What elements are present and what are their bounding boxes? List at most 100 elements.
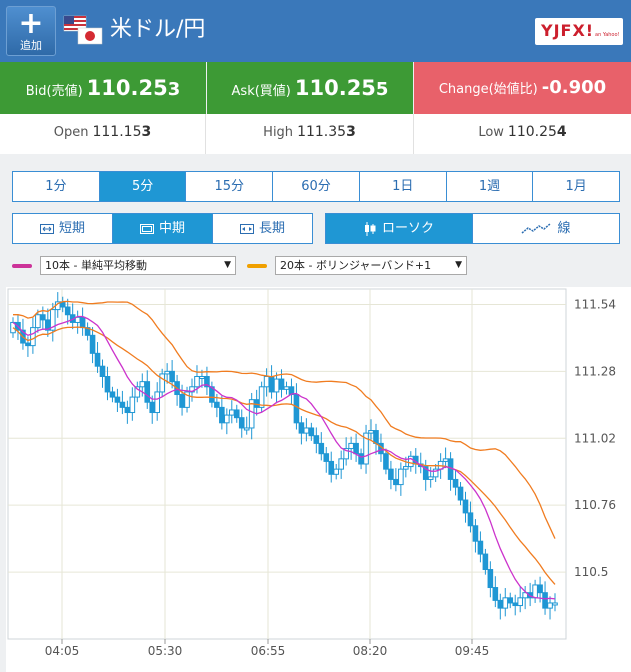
change-panel: Change(始値比) -0.900 (414, 62, 631, 114)
candle-body (462, 499, 469, 514)
candle-body (368, 430, 374, 434)
candle-body (268, 376, 275, 393)
candle-body (427, 476, 434, 480)
candle-body (333, 468, 340, 475)
indicator-2-swatch (247, 263, 267, 268)
ask-value: 110.255 (294, 76, 389, 100)
chart-type-selector: ローソク 線 (325, 213, 620, 244)
indicator-1-select[interactable]: 10本 - 単純平均移動 ▼ (40, 256, 236, 275)
candle-body (348, 442, 354, 450)
header-bar: + 追加 米ドル/円 YJFX! an Yahoo! (0, 0, 631, 62)
y-tick-label: 111.28 (574, 364, 616, 378)
candle-body (547, 602, 553, 609)
candle-body (194, 376, 200, 388)
candle-body (457, 486, 464, 501)
candle-body (482, 553, 489, 571)
indicator-2-value: 20本 - ボリンジャーバンド+1 (280, 259, 432, 272)
candle-body (323, 453, 330, 462)
low-label: Low (478, 125, 504, 140)
range-long-button[interactable]: 長期 (213, 214, 312, 243)
candle-body (492, 587, 499, 601)
candle-body (199, 376, 205, 379)
candle-body (517, 597, 523, 607)
change-label: Change(始値比) (438, 82, 538, 97)
y-tick-label: 110.76 (574, 498, 616, 512)
candle-body (338, 458, 344, 470)
add-button[interactable]: + 追加 (6, 6, 56, 56)
bid-pip: 3 (167, 79, 181, 100)
candle-body (64, 306, 71, 316)
candle-body (228, 409, 235, 416)
y-tick-label: 110.5 (574, 565, 608, 579)
candle-body (388, 468, 394, 480)
candle-body (537, 584, 543, 594)
x-tick-label: 06:55 (251, 644, 286, 658)
candle-body (119, 401, 126, 408)
candle-body (403, 466, 409, 470)
interval-1day[interactable]: 1日 (360, 172, 447, 201)
range-mid-button[interactable]: 中期 (113, 214, 213, 243)
candle-body (144, 381, 151, 403)
candle-body (487, 569, 494, 589)
interval-1min[interactable]: 1分 (13, 172, 100, 201)
candle-body (263, 376, 270, 388)
candle-body (467, 512, 474, 527)
high-label: High (263, 125, 294, 140)
candle-body (219, 406, 225, 424)
candle-chart-button[interactable]: ローソク (326, 214, 473, 243)
low-value: 110.254 (508, 124, 567, 140)
candle-body (94, 352, 101, 367)
low-pip: 4 (556, 124, 567, 140)
line-chart-label: 線 (557, 221, 571, 236)
price-chart[interactable]: 111.54 111.28 111.02 110.76 110.5 04:05 05:30 0… (6, 287, 631, 672)
candle-body (353, 442, 359, 455)
add-label: 追加 (20, 39, 42, 52)
open-label: Open (53, 125, 89, 140)
bid-panel: Bid(売値) 110.253 (0, 62, 206, 114)
ask-pip: 5 (375, 79, 389, 100)
interval-15min[interactable]: 15分 (186, 172, 274, 201)
candle-body (512, 602, 519, 607)
logo-text: YJFX! (541, 21, 595, 40)
candle-body (139, 381, 146, 388)
bid-value: 110.253 (86, 76, 181, 100)
change-value: -0.900 (541, 77, 607, 98)
ask-panel: Ask(買値) 110.255 (207, 62, 413, 114)
plus-icon: + (18, 6, 44, 41)
indicator-1-value: 10本 - 単純平均移動 (45, 259, 147, 272)
candle-body (89, 334, 96, 354)
ask-main: 110.25 (294, 76, 376, 100)
range-short-button[interactable]: 短期 (13, 214, 113, 243)
candle-body (293, 394, 300, 424)
indicator-2-select[interactable]: 20本 - ボリンジャーバンド+1 ▼ (275, 256, 467, 275)
candle-body (472, 525, 479, 542)
candle-body (273, 378, 280, 393)
bid-main: 110.25 (86, 76, 168, 100)
candle-body (149, 401, 156, 414)
candle-body (452, 478, 459, 488)
interval-1month[interactable]: 1月 (533, 172, 619, 201)
mid-range-icon (139, 223, 154, 234)
short-range-icon (39, 223, 54, 234)
long-range-icon (239, 223, 254, 234)
yjfx-logo: YJFX! an Yahoo! (535, 18, 623, 45)
interval-1week[interactable]: 1週 (447, 172, 534, 201)
candlestick-chart-svg: 111.54 111.28 111.02 110.76 110.5 04:05 05:30 0… (7, 288, 616, 658)
candle-body (169, 370, 175, 383)
line-chart-button[interactable]: 線 (473, 214, 619, 243)
dropdown-arrow-icon: ▼ (224, 260, 231, 270)
candle-body (383, 453, 389, 470)
bid-label: Bid(売値) (25, 84, 83, 99)
candle-body (298, 422, 305, 434)
interval-60min[interactable]: 60分 (273, 172, 360, 201)
candle-body (502, 597, 509, 609)
interval-5min[interactable]: 5分 (99, 172, 187, 201)
page-title: 米ドル/円 (110, 17, 206, 42)
open-main: 111.15 (92, 124, 142, 140)
candle-body (313, 435, 320, 444)
candle-body (328, 460, 335, 475)
x-tick-label: 04:05 (45, 644, 80, 658)
x-tick-label: 05:30 (148, 644, 183, 658)
candle-body (30, 327, 36, 347)
candlestick-icon (364, 221, 376, 236)
